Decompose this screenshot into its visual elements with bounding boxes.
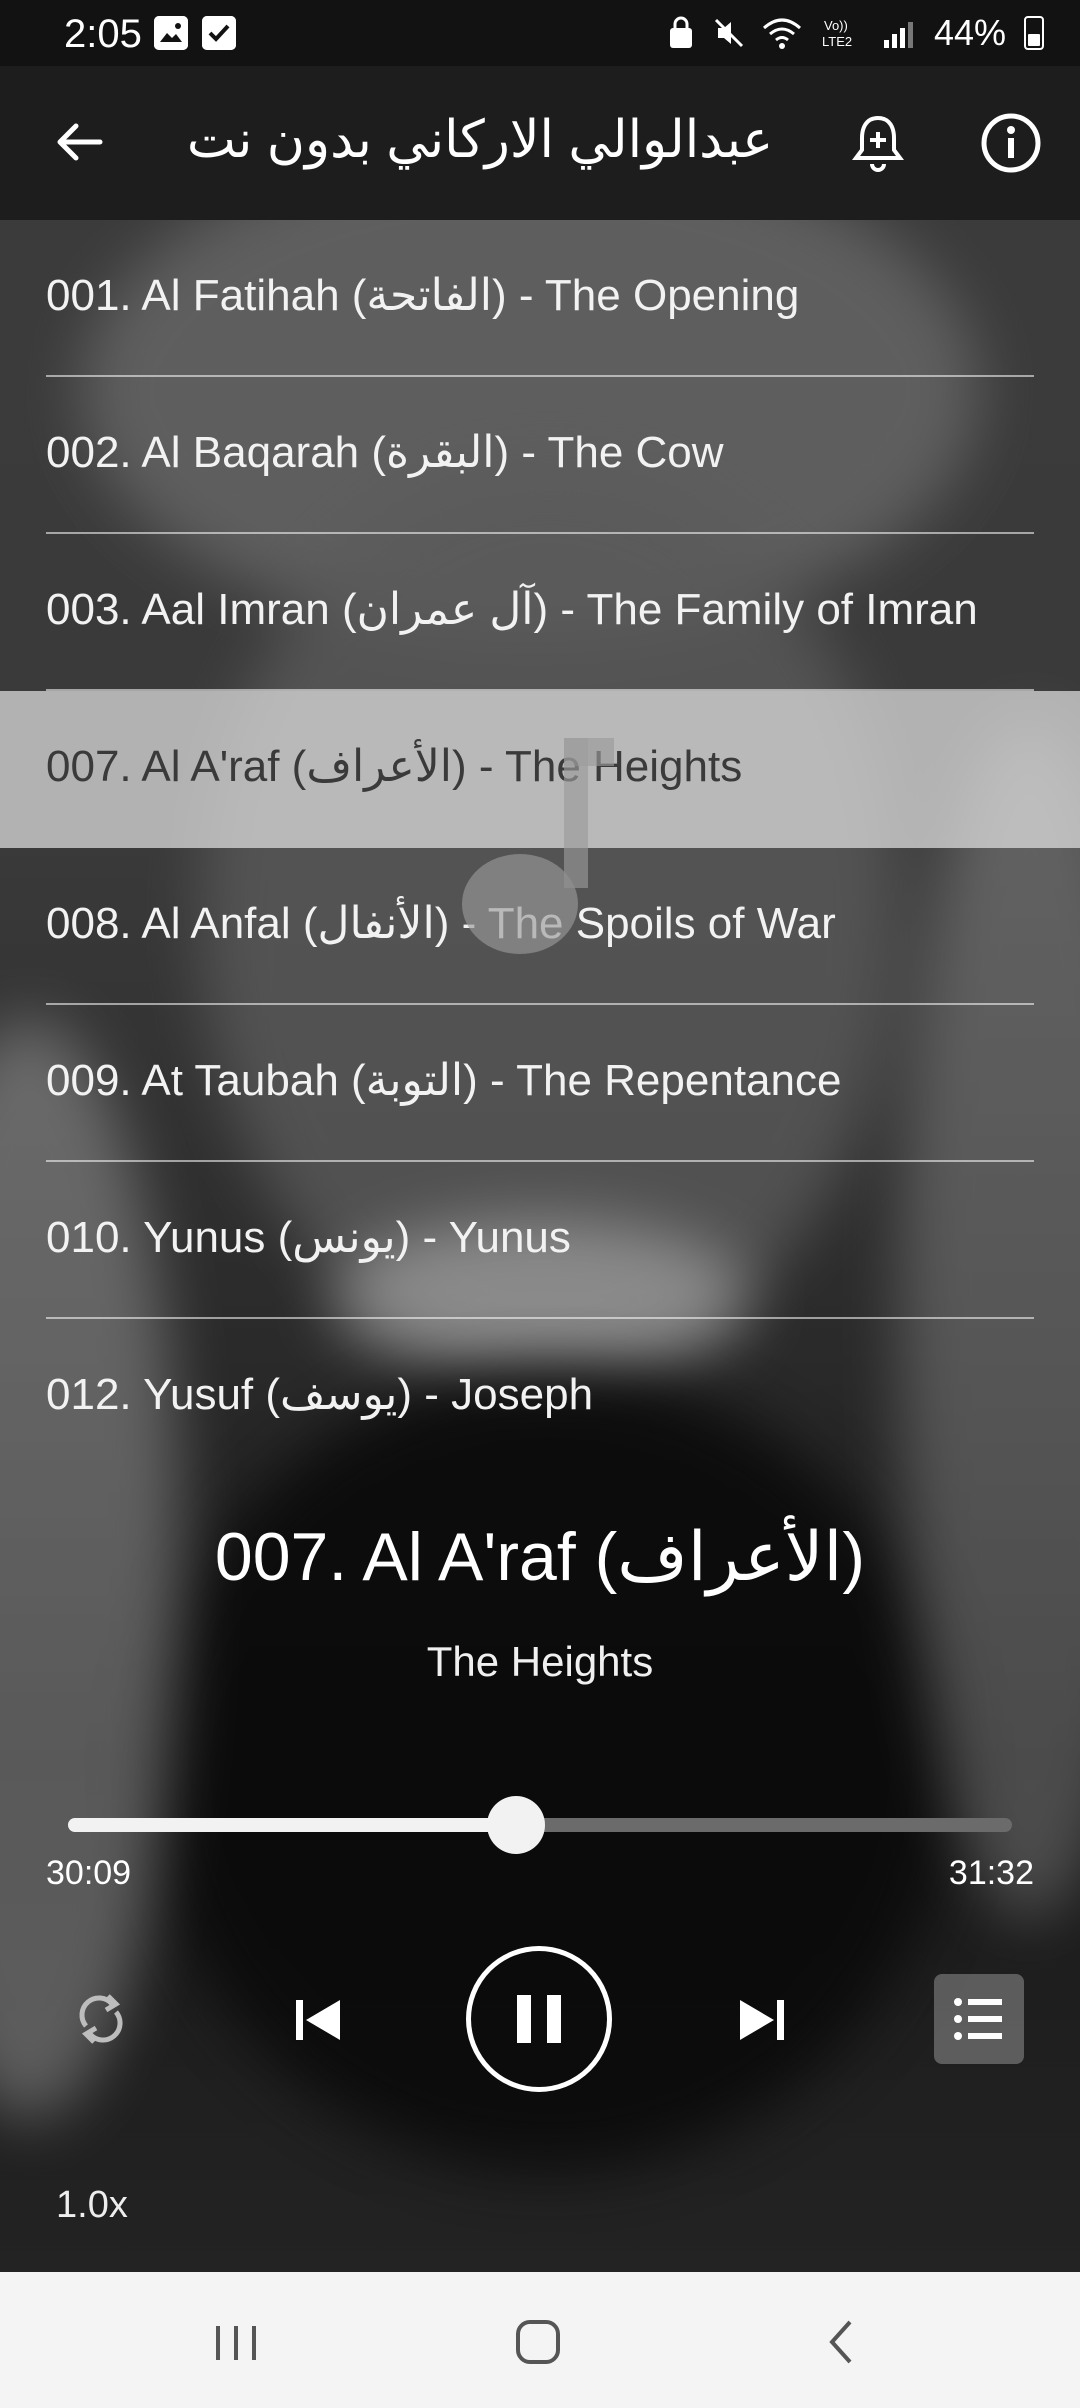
app-bar: عبدالوالي الاركاني بدون نت: [0, 66, 1080, 220]
back-icon[interactable]: [812, 2312, 872, 2372]
track-title: 003. Aal Imran (آل عمران) - The Family o…: [46, 585, 978, 634]
lock-recycle-icon: [669, 16, 692, 48]
track-title: 002. Al Baqarah (البقرة) - The Cow: [46, 428, 724, 477]
signal-icon: [883, 22, 913, 48]
status-notification-icons: [154, 16, 236, 50]
bell-plus-icon[interactable]: [846, 110, 910, 174]
now-playing-title: 007. Al A'raf (الأعراف): [214, 1519, 866, 1595]
list-item[interactable]: 002. Al Baqarah (البقرة) - The Cow: [0, 377, 1080, 534]
pause-button[interactable]: [466, 1946, 612, 2092]
status-system-icons: Vo)) LTE2 44%: [666, 12, 1044, 54]
track-title: 001. Al Fatihah (الفاتحة) - The Opening: [46, 271, 800, 320]
list-item[interactable]: 010. Yunus (يونس) - Yunus: [0, 1162, 1080, 1319]
seek-thumb[interactable]: [487, 1796, 546, 1854]
mute-icon: [714, 18, 743, 48]
info-icon[interactable]: [978, 110, 1044, 176]
now-playing-subtitle: The Heights: [426, 1638, 654, 1685]
track-title: 007. Al A'raf (الأعراف) - The Heights: [46, 742, 743, 791]
gallery-notification-icon: [154, 16, 188, 50]
status-time: 2:05: [64, 12, 142, 56]
page-title: عبدالوالي الاركاني بدون نت: [186, 111, 774, 169]
pause-icon: [517, 1995, 561, 2043]
track-title: 010. Yunus (يونس) - Yunus: [46, 1213, 571, 1262]
elapsed-time: 30:09: [46, 1854, 132, 1892]
home-icon[interactable]: [508, 2312, 568, 2372]
checkbox-notification-icon: [202, 16, 236, 50]
track-title: 012. Yusuf (يوسف) - Joseph: [46, 1370, 594, 1419]
playback-speed[interactable]: 1.0x: [56, 2184, 128, 2227]
track-title: 008. Al Anfal (الأنفال) - The Spoils of …: [46, 899, 836, 948]
svg-text:Vo)): Vo)): [824, 18, 848, 33]
list-item[interactable]: 001. Al Fatihah (الفاتحة) - The Opening: [0, 220, 1080, 377]
battery-icon: [1024, 16, 1044, 50]
music-note-icon: [462, 738, 614, 954]
wifi-icon: [762, 18, 801, 49]
repeat-icon[interactable]: [68, 1986, 134, 2052]
list-icon: [954, 1998, 1002, 2040]
seek-bar[interactable]: [68, 1796, 1012, 1854]
list-item[interactable]: 009. At Taubah (التوبة) - The Repentance: [0, 1005, 1080, 1162]
battery-percent: 44%: [933, 12, 1006, 53]
arrow-left-icon[interactable]: [48, 110, 112, 174]
seek-bar-progress: [68, 1818, 517, 1832]
volte-lte-icon: Vo))LTE2: [822, 18, 852, 49]
total-time: 31:32: [948, 1854, 1034, 1892]
system-nav-bar: [0, 2272, 1080, 2408]
list-item[interactable]: 003. Aal Imran (آل عمران) - The Family o…: [0, 534, 1080, 691]
track-title: 009. At Taubah (التوبة) - The Repentance: [46, 1056, 842, 1105]
svg-text:LTE2: LTE2: [822, 34, 852, 49]
skip-next-icon[interactable]: [734, 1992, 790, 2048]
recent-apps-icon[interactable]: [206, 2312, 266, 2372]
list-item[interactable]: 012. Yusuf (يوسف) - Joseph: [0, 1319, 1080, 1476]
playlist-button[interactable]: [934, 1974, 1024, 2064]
skip-previous-icon[interactable]: [290, 1992, 346, 2048]
status-bar: 2:05 Vo)) LTE2 44%: [0, 0, 1080, 66]
